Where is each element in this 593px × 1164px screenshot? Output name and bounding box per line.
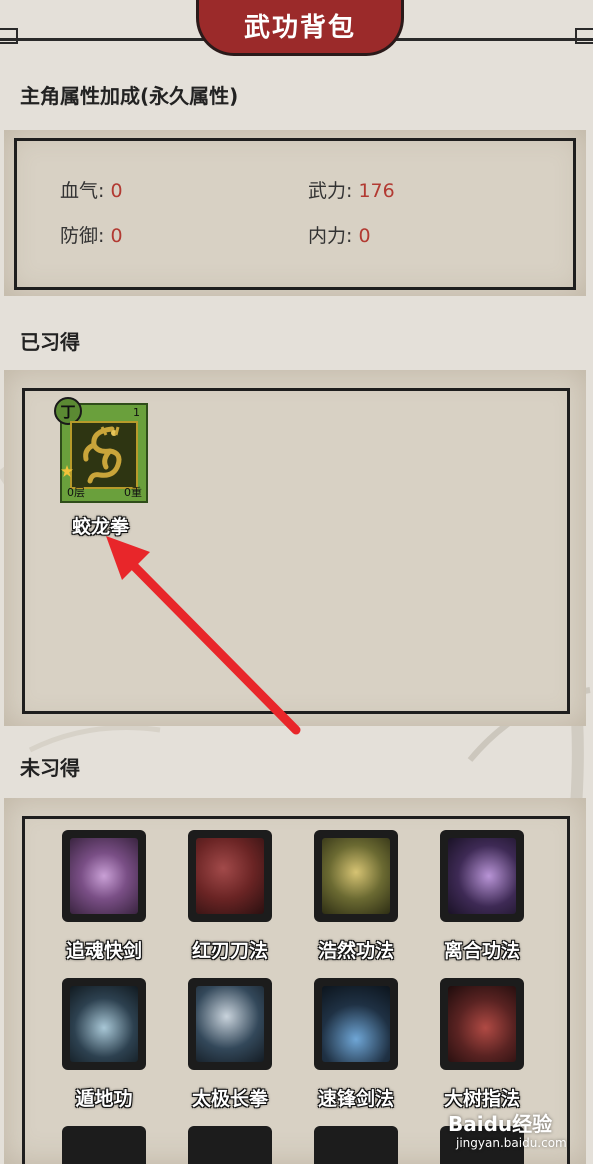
stat-inner-power: 内力: 0 <box>308 221 371 248</box>
unlearned-skill-name: 遁地功 <box>75 1088 133 1110</box>
skill-level: 1 <box>133 406 140 419</box>
taiji-fighter-icon <box>196 986 264 1062</box>
stat-hp: 血气: 0 <box>60 176 123 203</box>
unlearned-skill-slot-partial[interactable] <box>314 1126 398 1164</box>
unlearned-section-title: 未习得 <box>20 756 80 780</box>
red-blade-icon <box>196 838 264 914</box>
stat-inner-power-value: 0 <box>358 225 371 247</box>
blue-sword-icon <box>322 986 390 1062</box>
unlearned-skill-name: 大树指法 <box>443 1088 520 1110</box>
unlearned-skill-name: 追魂快剑 <box>65 940 142 962</box>
watermark-text: Baidu经验 <box>448 1112 553 1136</box>
unlearned-skill-slot[interactable] <box>62 978 146 1070</box>
stat-attack-label: 武力: <box>308 180 353 202</box>
unlearned-skill-slot[interactable] <box>440 830 524 922</box>
skill-stack: 0重 <box>124 486 142 499</box>
stat-defense-label: 防御: <box>60 225 105 247</box>
earth-ring-icon <box>70 986 138 1062</box>
page-title: 武功背包 <box>243 13 356 43</box>
stat-attack-value: 176 <box>358 180 395 202</box>
unlearned-skill-slot[interactable] <box>62 830 146 922</box>
unlearned-skill-slot[interactable] <box>440 978 524 1070</box>
learned-skill-card[interactable]: 丁 1 0层 0重 <box>54 397 148 503</box>
stat-attack: 武力: 176 <box>308 176 395 203</box>
unlearned-skill-slot[interactable] <box>188 830 272 922</box>
attributes-panel <box>4 130 586 296</box>
stat-hp-value: 0 <box>110 180 123 202</box>
learned-section-title: 已习得 <box>20 330 80 354</box>
red-vortex-icon <box>448 986 516 1062</box>
unlearned-skill-slot[interactable] <box>314 830 398 922</box>
header-divider-right <box>388 38 593 41</box>
unlearned-skill-slot[interactable] <box>314 978 398 1070</box>
stat-defense: 防御: 0 <box>60 221 123 248</box>
dragon-icon <box>70 421 138 489</box>
unlearned-skill-slot-partial[interactable] <box>188 1126 272 1164</box>
annotation-arrow-icon <box>106 536 301 735</box>
corner-ornament-left <box>0 28 18 44</box>
stat-hp-label: 血气: <box>60 180 105 202</box>
golden-flower-icon <box>322 838 390 914</box>
unlearned-skill-name: 红刃刀法 <box>191 940 268 962</box>
page-title-tab: 武功背包 <box>196 0 404 56</box>
skill-layer: 0层 <box>67 486 85 499</box>
purple-feather-icon <box>70 838 138 914</box>
unlearned-skill-name: 太极长拳 <box>191 1088 268 1110</box>
attributes-section-title: 主角属性加成(永久属性) <box>20 84 239 108</box>
stat-inner-power-label: 内力: <box>308 225 353 247</box>
violet-slash-icon <box>448 838 516 914</box>
stat-defense-value: 0 <box>110 225 123 247</box>
header-divider-left <box>0 38 205 41</box>
attributes-frame <box>14 138 576 290</box>
unlearned-skill-slot[interactable] <box>188 978 272 1070</box>
watermark-url: jingyan.baidu.com <box>456 1136 567 1150</box>
star-icon <box>61 465 73 477</box>
unlearned-skill-slot-partial[interactable] <box>62 1126 146 1164</box>
unlearned-skill-name: 浩然功法 <box>317 940 394 962</box>
corner-ornament-right <box>575 28 593 44</box>
unlearned-skill-name: 速锋剑法 <box>317 1088 394 1110</box>
unlearned-skill-name: 离合功法 <box>443 940 520 962</box>
